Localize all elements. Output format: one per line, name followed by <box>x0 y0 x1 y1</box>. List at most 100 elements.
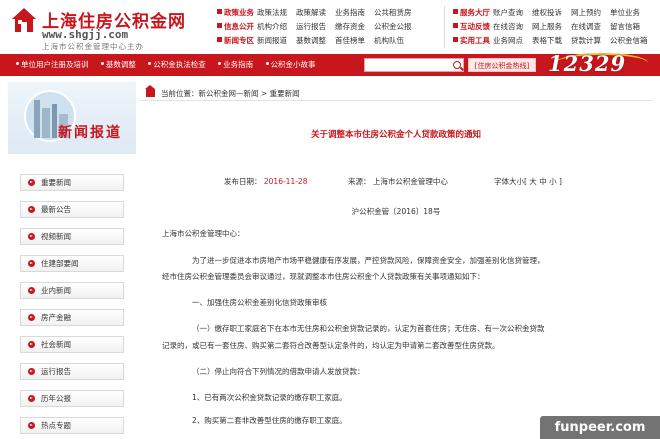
sidebar: 新闻报道 重要新闻 最新公告 视频新闻 住建部要闻 业内新闻 房产金融 社会新闻… <box>8 82 136 439</box>
arrow-right-icon <box>28 341 35 348</box>
nav-link[interactable]: 表格下载 <box>532 34 571 48</box>
arrow-right-icon <box>28 422 35 429</box>
nav-category[interactable]: 新闻专区 <box>217 34 257 48</box>
nav-link[interactable]: 业务指南 <box>335 6 374 20</box>
sidebar-item-hot-topics[interactable]: 热点专题 <box>20 417 124 434</box>
sidebar-item-video-news[interactable]: 视频新闻 <box>20 228 124 245</box>
article-paragraph: 1、已有两次公积金贷款记录的缴存职工家庭。 <box>192 393 347 402</box>
sidebar-item-industry-news[interactable]: 业内新闻 <box>20 282 124 299</box>
quick-link[interactable]: 业务指南 <box>218 60 258 69</box>
nav-link[interactable]: 新闻报道 <box>257 34 296 48</box>
watermark: funpeer.com <box>540 416 660 439</box>
hotline-button[interactable]: [住房公积金热线] <box>468 58 536 72</box>
building-shape <box>52 104 57 138</box>
sidebar-item-real-estate-finance[interactable]: 房产金融 <box>20 309 124 326</box>
sidebar-item-latest-notices[interactable]: 最新公告 <box>20 201 124 218</box>
nav-link[interactable]: 单位业务 <box>610 6 649 20</box>
nav-link[interactable]: 账户查询 <box>493 6 532 20</box>
nav-row: 信息公开 机构介绍 运行报告 缴存资金 公积金公报 <box>217 20 435 34</box>
nav-row: 实用工具 业务网点 表格下载 贷款计算 公积金信箱 <box>453 34 658 48</box>
quick-link[interactable]: 公积金小故事 <box>265 60 321 69</box>
breadcrumb-prefix: 当前位置： <box>161 89 199 98</box>
sidebar-menu: 重要新闻 最新公告 视频新闻 住建部要闻 业内新闻 房产金融 社会新闻 运行报告… <box>20 174 124 439</box>
nav-category[interactable]: 实用工具 <box>453 34 493 48</box>
quick-link[interactable]: 公积金执法检查 <box>148 60 211 69</box>
article-paragraph: 记录的，或已有一套住房、购买第二套符合改善型认定条件的，均认定为申请第二套改善型… <box>162 341 500 350</box>
site-header: 上海住房公积金网 www.shgjj.com 上海市公积金管理中心主办 政策业务… <box>0 0 660 54</box>
nav-category[interactable]: 信息公开 <box>217 20 257 34</box>
breadcrumb: 当前位置：新公积金网—新闻 > 重要新闻 <box>140 85 652 101</box>
nav-row: 服务大厅 账户查询 维权投诉 网上预约 单位业务 <box>453 6 658 20</box>
nav-link[interactable]: 在线调查 <box>571 20 610 34</box>
sidebar-item-label: 业内新闻 <box>41 286 71 295</box>
arrow-right-icon <box>28 179 35 186</box>
nav-link[interactable]: 在线咨询 <box>493 20 532 34</box>
nav-category[interactable]: 政策业务 <box>217 6 257 20</box>
nav-category[interactable]: 互动反馈 <box>453 20 493 34</box>
breadcrumb-link[interactable]: 新公积金网—新闻 <box>199 89 259 98</box>
sidebar-item-label: 视频新闻 <box>41 232 71 241</box>
sidebar-item-ministry-news[interactable]: 住建部要闻 <box>20 255 124 272</box>
building-shape <box>34 100 40 138</box>
sidebar-item-annual-bulletins[interactable]: 历年公报 <box>20 390 124 407</box>
site-logo[interactable]: 上海住房公积金网 www.shgjj.com 上海市公积金管理中心主办 <box>6 4 186 51</box>
nav-link[interactable]: 机构介绍 <box>257 20 296 34</box>
building-shape <box>42 108 50 138</box>
arrow-right-icon <box>28 368 35 375</box>
search-input[interactable] <box>364 58 464 72</box>
nav-link[interactable]: 机构队伍 <box>374 34 418 48</box>
article-paragraph: 上海市公积金管理中心： <box>162 229 245 238</box>
nav-divider <box>444 6 445 48</box>
sidebar-item-important-news[interactable]: 重要新闻 <box>20 174 124 191</box>
sidebar-item-label: 重要新闻 <box>41 178 71 187</box>
sidebar-item-label: 历年公报 <box>41 394 71 403</box>
arrow-right-icon <box>28 206 35 213</box>
sidebar-banner: 新闻报道 <box>8 82 136 154</box>
nav-link[interactable]: 网上预约 <box>571 6 610 20</box>
sidebar-item-label: 运行报告 <box>41 367 71 376</box>
nav-link[interactable]: 留言信箱 <box>610 20 649 34</box>
article-paragraph: （二）停止向符合下列情况的借款申请人发放贷款： <box>192 367 365 376</box>
home-icon[interactable] <box>145 85 155 97</box>
arrow-right-icon <box>28 233 35 240</box>
house-logo-icon <box>12 8 36 32</box>
arrow-right-icon <box>28 260 35 267</box>
arrow-right-icon <box>28 395 35 402</box>
font-size-control[interactable]: 字体大小[ 大 中 小 ] <box>494 176 562 187</box>
sidebar-item-social-news[interactable]: 社会新闻 <box>20 336 124 353</box>
nav-link[interactable]: 政策解读 <box>296 6 335 20</box>
header-nav-service: 服务大厅 账户查询 维权投诉 网上预约 单位业务 互动反馈 在线咨询 网上服务 在线调查 留言信… <box>453 6 658 50</box>
nav-link[interactable]: 公积金公报 <box>374 20 418 34</box>
sidebar-item-label: 住建部要闻 <box>41 259 79 268</box>
arrow-right-icon <box>28 314 35 321</box>
nav-link[interactable]: 维权投诉 <box>532 6 571 20</box>
sidebar-item-label: 热点专题 <box>41 421 71 430</box>
nav-link[interactable]: 公积金信箱 <box>610 34 649 48</box>
article-paragraph: 经市住房公积金管理委员会审议通过，现就调整本市住房公积金个人贷款政策有关事项通知… <box>162 272 485 281</box>
search-icon[interactable] <box>453 61 461 69</box>
breadcrumb-current[interactable]: 重要新闻 <box>270 89 300 98</box>
hotline-number: 12329 <box>548 51 627 76</box>
article-source: 来源： 上海市公积金管理中心 <box>348 177 448 186</box>
nav-link[interactable]: 运行报告 <box>296 20 335 34</box>
nav-link[interactable]: 政策法规 <box>257 6 296 20</box>
article-paragraph: （一）缴存职工家庭名下在本市无住房和公积金贷款记录的，认定为首套住房；无住房、有… <box>192 324 545 333</box>
document-number: 沪公积金管〔2016〕18号 <box>351 207 441 216</box>
quick-link[interactable]: 基数调整 <box>100 60 141 69</box>
nav-link[interactable]: 缴存资金 <box>335 20 374 34</box>
nav-link[interactable]: 业务网点 <box>493 34 532 48</box>
article-paragraph: 一、加强住房公积金差别化信贷政策审核 <box>192 298 327 307</box>
quick-links: 单位用户注册及培训 基数调整 公积金执法检查 业务指南 公积金小故事 <box>16 54 326 76</box>
nav-row: 政策业务 政策法规 政策解读 业务指南 公共租赁房 <box>217 6 435 20</box>
quick-link[interactable]: 单位用户注册及培训 <box>16 60 94 69</box>
nav-link[interactable]: 首佳榜单 <box>335 34 374 48</box>
nav-link[interactable]: 公共租赁房 <box>374 6 418 20</box>
nav-link[interactable]: 网上服务 <box>532 20 571 34</box>
header-nav-policy: 政策业务 政策法规 政策解读 业务指南 公共租赁房 信息公开 机构介绍 运行报告 缴存资金 公积… <box>217 6 435 50</box>
nav-category[interactable]: 服务大厅 <box>453 6 493 20</box>
sidebar-item-operation-reports[interactable]: 运行报告 <box>20 363 124 380</box>
nav-link[interactable]: 贷款计算 <box>571 34 610 48</box>
nav-row: 新闻专区 新闻报道 基数调整 首佳榜单 机构队伍 <box>217 34 435 48</box>
breadcrumb-separator: > <box>260 89 268 98</box>
nav-link[interactable]: 基数调整 <box>296 34 335 48</box>
